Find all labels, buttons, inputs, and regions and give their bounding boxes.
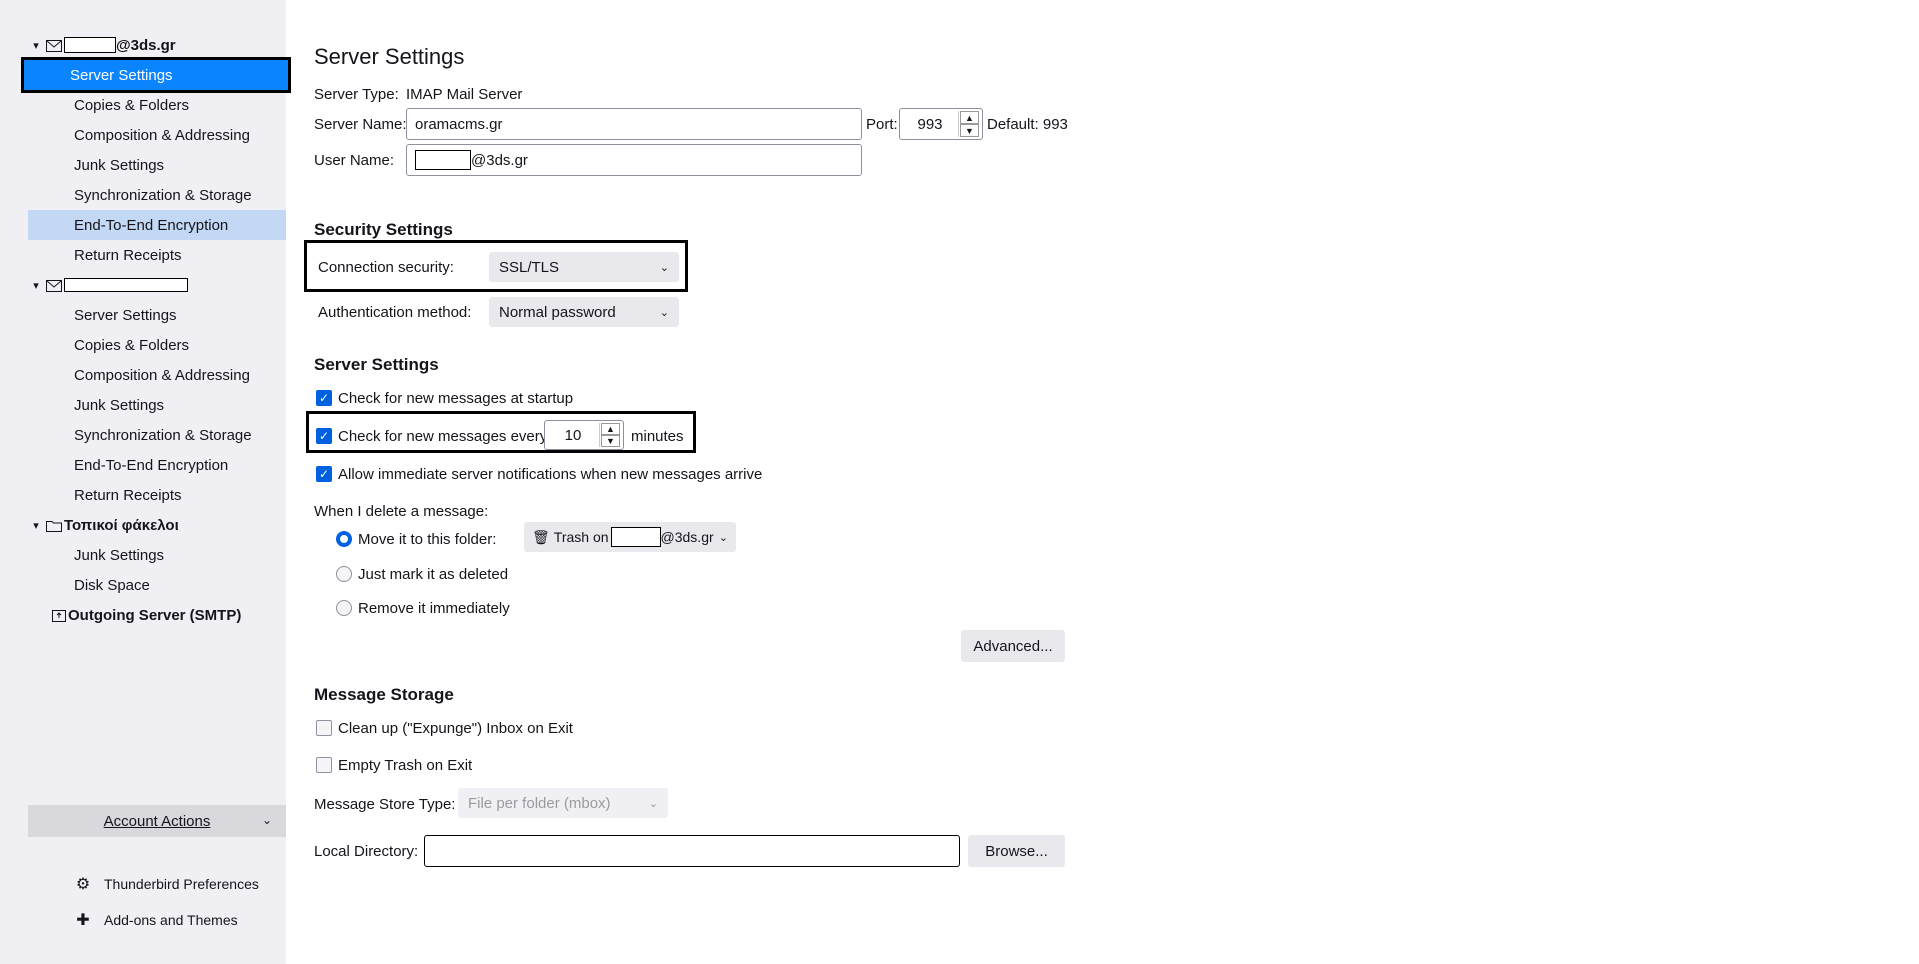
sidebar-item-receipts[interactable]: Return Receipts — [28, 480, 286, 510]
user-name-input[interactable]: @3ds.gr — [406, 144, 862, 176]
chevron-down-icon[interactable]: ▾ — [28, 279, 44, 292]
local-directory-input[interactable] — [424, 835, 960, 867]
sidebar-item-composition[interactable]: Composition & Addressing — [28, 360, 286, 390]
auth-method-label: Authentication method: — [318, 304, 472, 321]
arrow-down-icon: ▼ — [960, 124, 979, 137]
chevron-down-icon: ⌄ — [648, 797, 658, 810]
server-type-value: IMAP Mail Server — [406, 86, 523, 103]
sidebar-item-composition[interactable]: Composition & Addressing — [28, 120, 286, 150]
server-name-input[interactable]: oramacms.gr — [406, 108, 862, 140]
move-to-folder-radio[interactable] — [336, 531, 352, 547]
local-folders-header[interactable]: ▾ Τοπικοί φάκελοι — [28, 510, 286, 540]
arrow-up-icon: ▲ — [960, 111, 979, 124]
sidebar-item-e2e[interactable]: End-To-End Encryption — [28, 210, 286, 240]
advanced-button[interactable]: Advanced... — [961, 630, 1065, 662]
remove-immediately-label: Remove it immediately — [358, 600, 510, 617]
account1-email-suffix: @3ds.gr — [116, 36, 176, 54]
server-name-label: Server Name: — [314, 116, 407, 133]
sidebar-item-copies-folders[interactable]: Copies & Folders — [28, 330, 286, 360]
cleanup-label: Clean up ("Expunge") Inbox on Exit — [338, 720, 573, 737]
minutes-label: minutes — [631, 428, 684, 445]
arrow-down-icon: ▼ — [601, 435, 620, 447]
default-port: Default: 993 — [987, 116, 1068, 133]
user-name-label: User Name: — [314, 152, 395, 169]
check-startup-checkbox[interactable]: ✓ — [316, 390, 332, 406]
account-sidebar: ▾ @3ds.gr Server Settings Copies & Folde… — [0, 0, 291, 964]
message-storage-heading: Message Storage — [314, 685, 454, 704]
sidebar-item-junk[interactable]: Junk Settings — [28, 390, 286, 420]
sidebar-item-junk[interactable]: Junk Settings — [28, 150, 286, 180]
page-title: Server Settings — [314, 44, 465, 69]
empty-trash-checkbox[interactable] — [316, 757, 332, 773]
trash-icon: 🗑 — [532, 528, 550, 545]
connection-security-select[interactable]: SSL/TLS ⌄ — [489, 252, 679, 282]
gear-icon: ⚙ — [75, 876, 91, 893]
auth-method-select[interactable]: Normal password ⌄ — [489, 297, 679, 327]
port-spinner[interactable]: ▲ ▼ — [958, 111, 980, 137]
mail-icon — [46, 279, 62, 292]
sidebar-item-smtp[interactable]: Outgoing Server (SMTP) — [28, 600, 286, 630]
check-every-checkbox[interactable]: ✓ — [316, 428, 332, 444]
folder-icon — [46, 519, 62, 532]
sidebar-item-sync[interactable]: Synchronization & Storage — [28, 180, 286, 210]
move-to-folder-label: Move it to this folder: — [358, 531, 497, 548]
sidebar-item-server-settings[interactable]: Server Settings — [21, 57, 291, 93]
chevron-down-icon: ⌄ — [261, 813, 272, 827]
remove-immediately-radio[interactable] — [336, 600, 352, 616]
security-settings-heading: Security Settings — [314, 220, 453, 239]
puzzle-icon: ✚ — [76, 912, 90, 929]
redacted-email — [64, 37, 116, 53]
server-type-label: Server Type: — [314, 86, 399, 103]
port-input[interactable]: 993 ▲ ▼ — [899, 108, 983, 140]
store-type-select: File per folder (mbox) ⌄ — [458, 788, 668, 818]
check-startup-label: Check for new messages at startup — [338, 390, 574, 407]
connection-security-label: Connection security: — [318, 259, 454, 276]
chevron-down-icon[interactable]: ▾ — [28, 39, 44, 52]
server-settings-heading: Server Settings — [314, 355, 439, 374]
interval-spinner[interactable]: ▲ ▼ — [599, 423, 621, 447]
sidebar-item-receipts[interactable]: Return Receipts — [28, 240, 286, 270]
settings-pane: Server Settings Server Type: IMAP Mail S… — [286, 0, 1919, 964]
cleanup-checkbox[interactable] — [316, 720, 332, 736]
chevron-down-icon: ⌄ — [718, 531, 728, 544]
arrow-up-icon: ▲ — [601, 423, 620, 435]
sidebar-item-server-settings[interactable]: Server Settings — [28, 300, 286, 330]
addons-link[interactable]: ✚ Add-ons and Themes — [72, 907, 237, 933]
browse-button[interactable]: Browse... — [968, 835, 1065, 867]
allow-notifications-checkbox[interactable]: ✓ — [316, 466, 332, 482]
sidebar-item-copies-folders[interactable]: Copies & Folders — [28, 90, 286, 120]
mark-deleted-radio[interactable] — [336, 566, 352, 582]
local-directory-label: Local Directory: — [314, 843, 419, 860]
chevron-down-icon[interactable]: ▾ — [28, 519, 44, 532]
check-interval-input[interactable]: 10 ▲ ▼ — [544, 420, 624, 450]
mail-icon — [46, 39, 62, 52]
account2-header[interactable]: ▾ — [28, 270, 286, 300]
chevron-down-icon: ⌄ — [659, 306, 669, 319]
empty-trash-label: Empty Trash on Exit — [338, 757, 473, 774]
redacted-email — [610, 527, 661, 547]
redacted-username — [415, 150, 471, 170]
account-actions-button[interactable]: Account Actions ⌄ — [28, 805, 286, 837]
sidebar-item-sync[interactable]: Synchronization & Storage — [28, 420, 286, 450]
sidebar-item-disk-space[interactable]: Disk Space — [28, 570, 286, 600]
port-label: Port: — [866, 116, 898, 133]
chevron-down-icon: ⌄ — [659, 261, 669, 274]
store-type-label: Message Store Type: — [314, 796, 456, 813]
redacted-account-name — [64, 278, 188, 292]
preferences-link[interactable]: ⚙ Thunderbird Preferences — [72, 871, 259, 897]
mark-deleted-label: Just mark it as deleted — [358, 566, 509, 583]
allow-notifications-label: Allow immediate server notifications whe… — [338, 466, 763, 483]
account1-header[interactable]: ▾ @3ds.gr — [28, 30, 286, 60]
trash-folder-select[interactable]: 🗑 Trash on @3ds.gr ⌄ — [524, 522, 736, 552]
check-every-label: Check for new messages every — [338, 428, 548, 445]
delete-message-label: When I delete a message: — [314, 503, 489, 520]
outbox-icon — [52, 609, 66, 622]
sidebar-item-junk[interactable]: Junk Settings — [28, 540, 286, 570]
sidebar-item-e2e[interactable]: End-To-End Encryption — [28, 450, 286, 480]
